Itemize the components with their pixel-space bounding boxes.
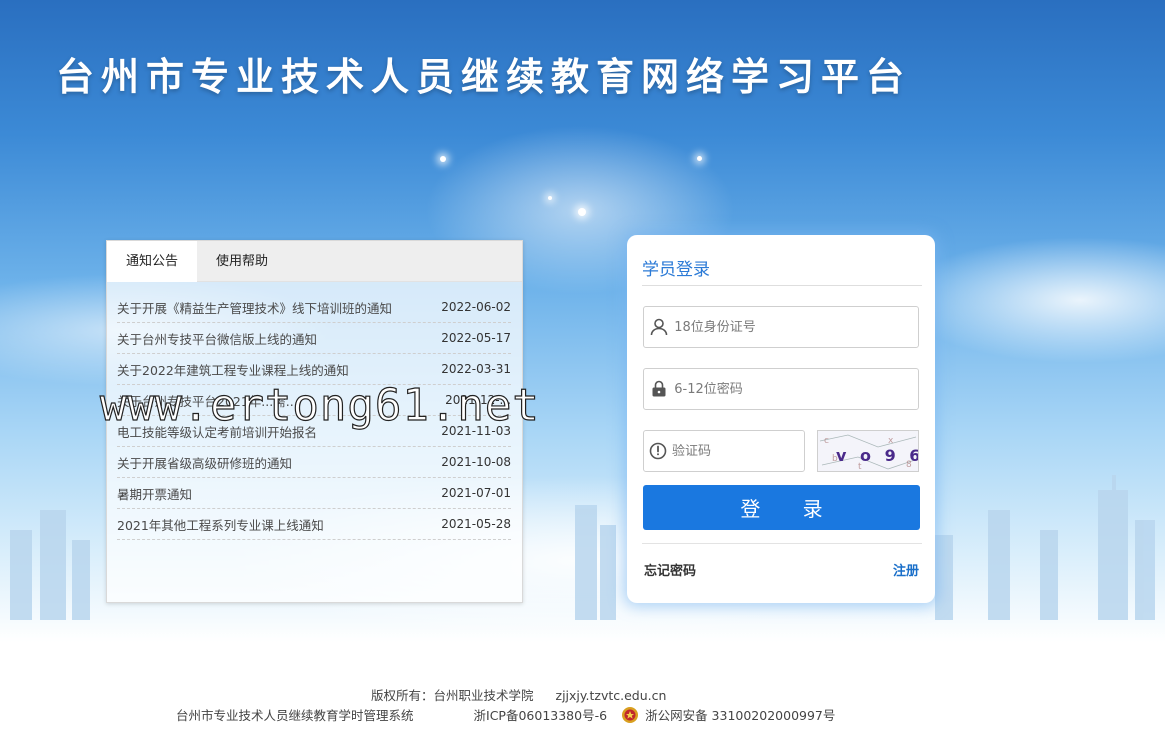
tab-notices[interactable]: 通知公告 bbox=[107, 241, 198, 282]
password-input[interactable] bbox=[674, 381, 918, 397]
notice-title[interactable]: 2021年其他工程系列专业课上线通知 bbox=[117, 515, 324, 534]
sparkle-decoration bbox=[697, 156, 702, 161]
notice-title[interactable]: 关于2022年建筑工程专业课程上线的通知 bbox=[117, 360, 349, 379]
shield-check-icon bbox=[644, 441, 672, 461]
tab-help[interactable]: 使用帮助 bbox=[197, 241, 287, 282]
svg-text:c: c bbox=[824, 436, 829, 446]
lock-icon bbox=[644, 379, 674, 399]
site-url: zjjxjy.tzvtc.edu.cn bbox=[555, 688, 667, 703]
sparkle-decoration bbox=[578, 208, 586, 216]
id-number-field[interactable] bbox=[643, 306, 919, 348]
notice-item[interactable]: 关于开展《精益生产管理技术》线下培训班的通知 2022-06-02 bbox=[117, 292, 511, 323]
login-panel: 学员登录 cbx8t v o 9 6 登 录 忘记 bbox=[627, 235, 935, 603]
captcha-image[interactable]: cbx8t v o 9 6 bbox=[817, 430, 919, 472]
footer-line-1: 版权所有：台州职业技术学院 zjjxjy.tzvtc.edu.cn bbox=[371, 685, 666, 704]
captcha-text: v o 9 6 bbox=[836, 446, 919, 465]
user-icon bbox=[644, 317, 674, 337]
police-record-link[interactable]: 浙公网安备 33100202000997号 bbox=[645, 705, 835, 724]
captcha-field[interactable] bbox=[643, 430, 805, 472]
copyright-text: 版权所有：台州职业技术学院 bbox=[371, 688, 534, 703]
notice-title[interactable]: 关于开展省级高级研修班的通知 bbox=[117, 453, 292, 472]
system-name: 台州市专业技术人员继续教育学时管理系统 bbox=[176, 708, 414, 723]
notice-date: 2021-05-28 bbox=[441, 517, 511, 531]
notice-title[interactable]: 关于台州专技平台微信版上线的通知 bbox=[117, 329, 317, 348]
notice-item[interactable]: 2021年其他工程系列专业课上线通知 2021-05-28 bbox=[117, 509, 511, 540]
svg-text:x: x bbox=[888, 436, 894, 446]
login-title: 学员登录 bbox=[642, 260, 710, 280]
watermark: www.ertong61.net bbox=[99, 379, 540, 431]
forgot-password-link[interactable]: 忘记密码 bbox=[644, 560, 696, 579]
notice-date: 2022-06-02 bbox=[441, 300, 511, 314]
notice-date: 2021-10-08 bbox=[441, 455, 511, 469]
sparkle-decoration bbox=[548, 196, 552, 200]
notice-item[interactable]: 关于开展省级高级研修班的通知 2021-10-08 bbox=[117, 447, 511, 478]
icp-record-link[interactable]: 浙ICP备06013380号-6 bbox=[474, 705, 608, 724]
login-button[interactable]: 登 录 bbox=[643, 485, 920, 530]
site-title: 台州市专业技术人员继续教育网络学习平台 bbox=[56, 55, 912, 99]
notice-item[interactable]: 关于台州专技平台微信版上线的通知 2022-05-17 bbox=[117, 323, 511, 354]
sparkle-decoration bbox=[440, 156, 446, 162]
notice-date: 2021-07-01 bbox=[441, 486, 511, 500]
id-number-input[interactable] bbox=[674, 319, 918, 335]
notice-title[interactable]: 关于开展《精益生产管理技术》线下培训班的通知 bbox=[117, 298, 392, 317]
police-badge-icon bbox=[621, 706, 639, 724]
notice-date: 2022-03-31 bbox=[441, 362, 511, 376]
notice-tabs: 通知公告 使用帮助 bbox=[107, 241, 522, 282]
notice-title[interactable]: 暑期开票通知 bbox=[117, 484, 192, 503]
register-link[interactable]: 注册 bbox=[893, 560, 919, 579]
notice-item[interactable]: 暑期开票通知 2021-07-01 bbox=[117, 478, 511, 509]
notice-date: 2022-05-17 bbox=[441, 331, 511, 345]
captcha-input[interactable] bbox=[672, 443, 804, 459]
divider bbox=[642, 285, 922, 286]
password-field[interactable] bbox=[643, 368, 919, 410]
divider bbox=[642, 543, 922, 544]
footer-line-2: 台州市专业技术人员继续教育学时管理系统 浙ICP备06013380号-6 浙公网… bbox=[176, 705, 835, 724]
